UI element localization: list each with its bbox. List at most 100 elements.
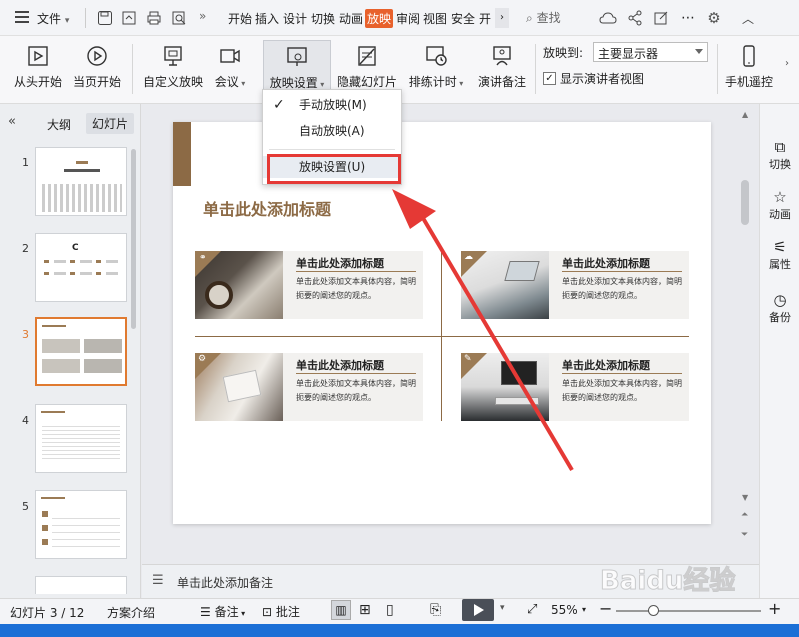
- comment-add-icon: ⊡: [262, 605, 273, 619]
- show-settings-button[interactable]: 放映设置 ▾: [263, 40, 331, 96]
- right-tool-panel: ⧉ 切换 ☆ 动画 ⚟ 属性 ◷ 备份: [759, 104, 799, 598]
- menu-bar: 文件 ▾ » 开始 插入 设计 切换 动画 放映 审阅 视图 安全 开 › ⌕ …: [0, 0, 799, 36]
- file-menu[interactable]: 文件 ▾: [37, 10, 69, 27]
- manual-show-item[interactable]: ✓ 手动放映(M): [263, 94, 401, 116]
- auto-show-label: 自动放映(A): [299, 124, 365, 138]
- print-icon[interactable]: [144, 8, 164, 28]
- play-current-icon: [84, 43, 110, 69]
- comments-button[interactable]: ⊡ 批注: [262, 603, 300, 620]
- card-title: 单击此处添加标题: [296, 257, 384, 270]
- share-icon[interactable]: [625, 8, 645, 28]
- monitor-select-value: 主要显示器: [598, 47, 659, 61]
- save-icon[interactable]: [95, 8, 115, 28]
- hide-slide-icon: [354, 43, 380, 69]
- ribbon-scroll-right-icon[interactable]: ›: [785, 58, 789, 69]
- rehearse-timing-button[interactable]: 排练计时 ▾: [406, 40, 466, 96]
- settings-gear-icon[interactable]: ⚙: [704, 8, 724, 28]
- monitor-select[interactable]: 主要显示器: [593, 42, 708, 62]
- meeting-icon: [217, 43, 243, 69]
- properties-panel-button[interactable]: ⚟ 属性: [760, 238, 799, 272]
- tab-animation[interactable]: 动画: [339, 10, 363, 27]
- slide-title[interactable]: 单击此处添加标题: [203, 196, 331, 220]
- from-start-label: 从头开始: [13, 75, 62, 89]
- hamburger-icon[interactable]: [15, 11, 29, 23]
- chevron-down-icon: ▾: [64, 16, 70, 26]
- slide-thumbnail-3[interactable]: [35, 317, 127, 386]
- slides-panel: « 大纲 幻灯片 1 2 C 3 4 5: [0, 104, 141, 598]
- more-icon[interactable]: »: [199, 9, 206, 23]
- speaker-notes-button[interactable]: 演讲备注: [475, 40, 529, 96]
- notes-toggle-button[interactable]: ☰ 备注 ▾: [200, 603, 245, 620]
- slide-thumbnail-6[interactable]: [35, 576, 127, 594]
- custom-show-label: 自定义放映: [142, 75, 203, 89]
- tab-security[interactable]: 安全: [451, 10, 475, 27]
- backup-panel-button[interactable]: ◷ 备份: [760, 291, 799, 325]
- presenter-view-checkbox[interactable]: ✓ 显示演讲者视图: [543, 70, 644, 87]
- dropdown-arrow-icon[interactable]: ▾: [500, 603, 505, 613]
- prev-slide-icon[interactable]: ⏶: [741, 510, 748, 520]
- scroll-down-icon[interactable]: ▼: [742, 493, 748, 502]
- tab-home[interactable]: 开始: [228, 10, 252, 27]
- grid-view-icon[interactable]: ⊞: [359, 602, 371, 618]
- scroll-up-icon[interactable]: ▲: [742, 110, 748, 119]
- tab-slides[interactable]: 幻灯片: [86, 113, 135, 134]
- zoom-out-icon[interactable]: −: [599, 599, 612, 618]
- custom-show-icon: [160, 43, 186, 69]
- meeting-button[interactable]: 会议 ▾: [210, 40, 250, 96]
- zoom-in-icon[interactable]: +: [768, 599, 781, 618]
- annotation-arrow: [392, 189, 574, 472]
- custom-show-button[interactable]: 自定义放映: [141, 40, 205, 96]
- transition-panel-button[interactable]: ⧉ 切换: [760, 138, 799, 172]
- taskbar-strip: [0, 624, 799, 637]
- preview-icon[interactable]: [169, 8, 189, 28]
- tab-view[interactable]: 视图: [423, 10, 447, 27]
- reading-view-icon[interactable]: ▯: [386, 602, 394, 618]
- tab-transition[interactable]: 切换: [311, 10, 335, 27]
- zoom-slider-track[interactable]: [616, 610, 761, 612]
- canvas-scrollbar[interactable]: [741, 180, 749, 225]
- from-start-button[interactable]: 从头开始: [12, 40, 64, 96]
- next-slide-icon[interactable]: ⏷: [741, 530, 748, 540]
- slide-thumbnail-4[interactable]: [35, 404, 127, 473]
- tab-scroll-right-icon[interactable]: ›: [495, 8, 509, 28]
- slide-thumbnail-2[interactable]: C: [35, 233, 127, 302]
- normal-view-icon[interactable]: ▥: [331, 600, 351, 620]
- tab-review[interactable]: 审阅: [396, 10, 420, 27]
- thumb-number: 4: [22, 414, 29, 427]
- slide-thumbnail-5[interactable]: [35, 490, 127, 559]
- from-current-button[interactable]: 当页开始: [71, 40, 123, 96]
- file-menu-label: 文件: [37, 12, 62, 26]
- collapse-ribbon-icon[interactable]: ︿: [738, 8, 758, 28]
- auto-show-item[interactable]: 自动放映(A): [263, 120, 401, 142]
- play-from-start-icon: [25, 43, 51, 69]
- chevron-down-icon: [695, 49, 703, 54]
- tab-design[interactable]: 设计: [283, 10, 307, 27]
- phone-remote-button[interactable]: 手机遥控: [722, 40, 776, 96]
- phone-icon: [736, 43, 762, 69]
- phone-remote-label: 手机遥控: [724, 75, 773, 89]
- animation-panel-button[interactable]: ☆ 动画: [760, 188, 799, 222]
- tab-insert[interactable]: 插入: [255, 10, 279, 27]
- menu-divider: [269, 149, 395, 150]
- more-dots-icon[interactable]: ⋯: [678, 8, 698, 28]
- timer-icon: [423, 43, 449, 69]
- hide-slide-button[interactable]: 隐藏幻灯片: [336, 40, 398, 96]
- search-box[interactable]: ⌕ 查找: [526, 9, 561, 26]
- properties-sliders-icon: ⚟: [773, 238, 787, 256]
- panel-scrollbar[interactable]: [131, 149, 136, 329]
- slide-thumbnail-1[interactable]: [35, 147, 127, 216]
- edit-icon[interactable]: [651, 8, 671, 28]
- fit-window-icon[interactable]: ⤢: [527, 602, 537, 617]
- zoom-level[interactable]: 55%: [551, 603, 578, 617]
- presenter-tools-icon[interactable]: ⎘: [430, 602, 441, 618]
- export-icon[interactable]: [119, 8, 139, 28]
- collapse-panel-icon[interactable]: «: [8, 114, 16, 129]
- cloud-sync-icon[interactable]: [598, 8, 618, 28]
- checkmark-icon: ✓: [273, 97, 285, 113]
- tab-dev[interactable]: 开: [479, 10, 491, 27]
- zoom-slider-thumb[interactable]: [648, 605, 659, 616]
- tab-slideshow[interactable]: 放映: [365, 9, 394, 28]
- tab-outline[interactable]: 大纲: [47, 116, 71, 133]
- play-slideshow-button[interactable]: [462, 599, 494, 621]
- theme-name[interactable]: 方案介绍: [107, 604, 155, 621]
